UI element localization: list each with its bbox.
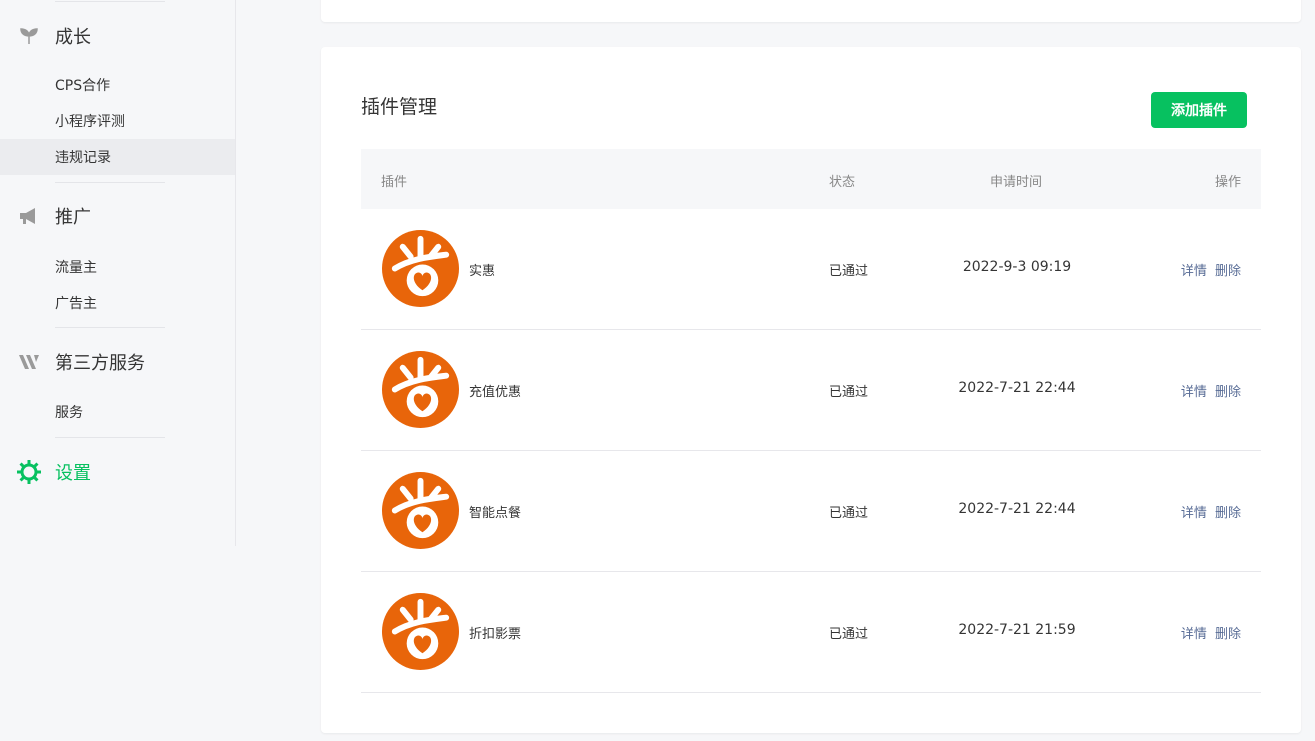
plugin-logo-icon [381,592,460,671]
plugin-logo-icon [381,471,460,550]
sidebar-item-traffic-owner[interactable]: 流量主 [0,249,235,285]
delete-link[interactable]: 删除 [1215,264,1241,279]
third-party-icon [17,350,41,374]
nav-group-label: 设置 [55,463,91,484]
nav-group-label: 第三方服务 [55,353,145,374]
column-header-actions: 操作 [1214,175,1241,190]
sprout-icon [17,24,41,48]
plugin-name: 折扣影票 [469,627,522,642]
plugin-name: 实惠 [469,264,496,279]
apply-time: 2022-7-21 22:44 [958,501,1076,517]
status-text: 已通过 [829,264,869,279]
table-row: 充值优惠 已通过 2022-7-21 22:44 详情 删除 [361,330,1261,451]
apply-time: 2022-7-21 21:59 [958,622,1076,638]
apply-time: 2022-9-3 09:19 [962,259,1072,275]
table-header: 插件 状态 申请时间 操作 [361,149,1261,209]
divider [55,1,165,2]
row-actions: 详情 删除 [1181,502,1241,521]
status-text: 已通过 [829,506,869,521]
plugin-name: 智能点餐 [469,506,522,521]
page-title: 插件管理 [361,96,438,118]
megaphone-icon [17,204,41,228]
plugin-logo-icon [381,229,460,308]
sidebar-item-label: 违规记录 [55,150,111,166]
nav-group-settings[interactable]: 设置 [0,454,235,490]
status-text: 已通过 [829,385,869,400]
detail-link[interactable]: 详情 [1181,506,1207,521]
sidebar-item-miniprogram-review[interactable]: 小程序评测 [0,103,235,139]
nav-group-growth[interactable]: 成长 [0,18,235,54]
gear-icon [17,460,41,484]
table-row: 折扣影票 已通过 2022-7-21 21:59 详情 删除 [361,572,1261,693]
delete-link[interactable]: 删除 [1215,506,1241,521]
detail-link[interactable]: 详情 [1181,385,1207,400]
divider [55,182,165,183]
column-header-apply-time: 申请时间 [990,175,1043,190]
detail-link[interactable]: 详情 [1181,627,1207,642]
sidebar-item-label: 小程序评测 [55,114,125,130]
plugin-name: 充值优惠 [469,385,522,400]
column-header-plugin: 插件 [381,175,408,190]
apply-time: 2022-7-21 22:44 [958,380,1076,396]
plugin-management-card: 插件管理 添加插件 插件 状态 申请时间 操作 实惠 已通过 2022-9-3 … [321,47,1301,733]
nav-group-label: 推广 [55,207,91,228]
plugin-logo-icon [381,350,460,429]
row-actions: 详情 删除 [1181,623,1241,642]
sidebar-item-label: 流量主 [55,260,97,276]
sidebar-item-services[interactable]: 服务 [0,394,235,430]
sidebar-item-cps[interactable]: CPS合作 [0,67,235,103]
row-actions: 详情 删除 [1181,260,1241,279]
detail-link[interactable]: 详情 [1181,264,1207,279]
previous-card [321,0,1301,22]
plugin-table: 插件 状态 申请时间 操作 实惠 已通过 2022-9-3 09:19 详情 删… [361,149,1261,693]
sidebar-item-violations[interactable]: 违规记录 [0,139,235,175]
add-plugin-button[interactable]: 添加插件 [1151,92,1247,128]
delete-link[interactable]: 删除 [1215,627,1241,642]
table-row: 实惠 已通过 2022-9-3 09:19 详情 删除 [361,209,1261,330]
table-row: 智能点餐 已通过 2022-7-21 22:44 详情 删除 [361,451,1261,572]
nav-group-third-party[interactable]: 第三方服务 [0,344,235,380]
sidebar: 成长 CPS合作 小程序评测 违规记录 推广 流量主 广告主 第三方服务 服务 [0,0,236,546]
column-header-status: 状态 [829,175,856,190]
sidebar-item-label: CPS合作 [55,78,111,94]
delete-link[interactable]: 删除 [1215,385,1241,400]
status-text: 已通过 [829,627,869,642]
nav-group-label: 成长 [55,27,91,48]
nav-group-promotion[interactable]: 推广 [0,198,235,234]
divider [55,437,165,438]
sidebar-item-advertiser[interactable]: 广告主 [0,285,235,321]
sidebar-item-label: 广告主 [55,296,97,312]
sidebar-item-label: 服务 [55,405,83,421]
row-actions: 详情 删除 [1181,381,1241,400]
divider [55,327,165,328]
